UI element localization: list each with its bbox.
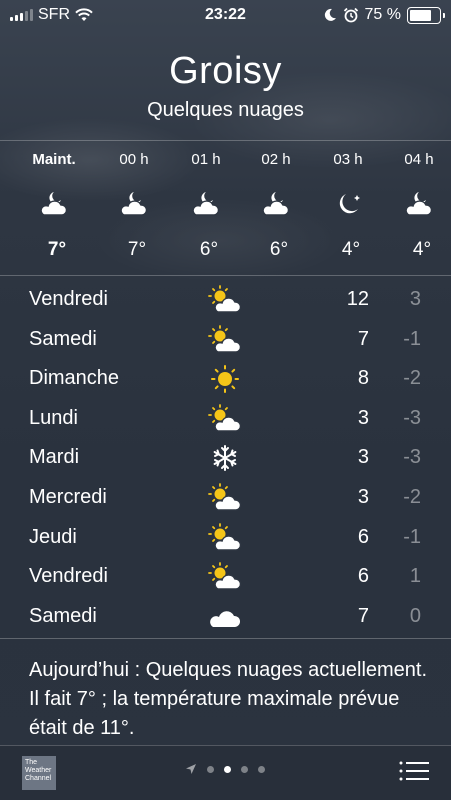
partly-cloudy-night-icon: [192, 192, 220, 216]
status-right: 75 %: [323, 6, 445, 24]
day-high: 6: [357, 565, 369, 588]
bottom-toolbar: The Weather Channel: [0, 745, 451, 800]
day-high: 8: [357, 367, 369, 390]
hour-temp: 4°: [341, 239, 361, 260]
day-low: -3: [403, 446, 421, 469]
hour-temp: 4°: [412, 239, 432, 260]
day-low: -1: [403, 327, 421, 350]
clear-night-icon: [339, 194, 360, 214]
day-high: 3: [357, 406, 369, 429]
hour-item: 04 h 4°: [383, 141, 451, 277]
day-low: 3: [409, 288, 421, 310]
divider: [0, 638, 451, 639]
day-name: Vendredi: [29, 565, 108, 588]
day-row: Dimanche 8 -2: [0, 359, 451, 399]
day-name: Samedi: [29, 327, 97, 350]
hour-temp: 7°: [47, 239, 67, 260]
hour-item: 00 h 7°: [98, 141, 170, 277]
partly-sunny-icon: [208, 562, 242, 590]
partly-sunny-icon: [208, 403, 242, 432]
battery-percent: 75 %: [364, 6, 401, 23]
day-high: 6: [357, 525, 369, 548]
do-not-disturb-moon-icon: [324, 8, 336, 21]
partly-sunny-icon: [208, 483, 242, 511]
hour-item: 03 h 4°: [312, 141, 384, 277]
day-row: Mardi 3 -3: [0, 438, 451, 478]
partly-sunny-icon: [208, 324, 242, 353]
day-high: 3: [357, 446, 369, 469]
day-low: 0: [409, 604, 421, 627]
hour-temp: 6°: [199, 239, 219, 260]
hour-label: 01 h: [191, 151, 221, 168]
hour-label: 03 h: [333, 151, 363, 168]
battery-fill: [410, 9, 431, 21]
hour-item: 02 h 6°: [240, 141, 312, 277]
partly-sunny-icon: [208, 522, 242, 551]
partly-cloudy-night-icon: [120, 192, 148, 216]
day-high: 7: [357, 327, 369, 350]
hour-label: 04 h: [404, 151, 434, 168]
hour-label: 02 h: [261, 151, 291, 168]
day-name: Dimanche: [29, 367, 120, 390]
sunny-icon: [211, 365, 239, 394]
day-high: 12: [346, 288, 369, 310]
hour-temp: 6°: [269, 239, 289, 260]
location-arrow-icon: [186, 764, 196, 774]
cloudy-icon: [210, 610, 241, 627]
day-low: 1: [409, 565, 421, 588]
snowflake-icon: [213, 445, 237, 472]
hour-item: 01 h 6°: [170, 141, 242, 277]
status-bar: SFR 23:22 75 %: [0, 0, 451, 30]
day-row: Vendredi 6 1: [0, 557, 451, 597]
day-low: -1: [403, 525, 421, 548]
weather-channel-logo[interactable]: The Weather Channel: [22, 756, 56, 790]
hour-item: Maint. 7°: [18, 141, 90, 277]
day-name: Lundi: [29, 406, 78, 429]
battery-icon: [407, 6, 445, 24]
day-name: Samedi: [29, 604, 97, 627]
hour-temp: 7°: [127, 239, 147, 260]
today-summary: Aujourd’hui : Quelques nuages actuelleme…: [29, 659, 428, 736]
day-high: 7: [357, 604, 369, 627]
page-dot: [241, 765, 248, 773]
day-low: -2: [403, 485, 421, 508]
partly-cloudy-night-icon: [262, 192, 290, 216]
day-high: 3: [357, 485, 369, 508]
page-dot-current: [224, 765, 231, 773]
partly-cloudy-night-icon: [40, 192, 68, 216]
day-row: Lundi 3 -3: [0, 399, 451, 439]
daily-forecast[interactable]: Vendredi 12 3 Samedi 7 -1 Dimanche 8 -2 …: [0, 280, 451, 636]
day-name: Jeudi: [29, 525, 77, 548]
day-low: -3: [403, 406, 421, 429]
day-row: Samedi 7 0: [0, 597, 451, 637]
page-dot: [207, 765, 214, 773]
alarm-clock-icon: [343, 7, 358, 23]
hourly-forecast[interactable]: Maint. 7° 00 h 7° 01 h 6° 02 h 6° 03 h 4…: [0, 140, 451, 276]
page-indicator[interactable]: [185, 763, 265, 775]
hour-label: Maint.: [32, 151, 76, 168]
day-row: Jeudi 6 -1: [0, 518, 451, 558]
current-condition: Quelques nuages: [147, 99, 304, 121]
day-row: Vendredi 12 3: [0, 280, 451, 320]
day-row: Mercredi 3 -2: [0, 478, 451, 518]
page-dot: [258, 765, 265, 773]
partly-cloudy-night-icon: [405, 192, 433, 216]
partly-sunny-icon: [208, 285, 242, 313]
city-name: Groisy: [169, 50, 282, 92]
day-name: Mercredi: [29, 485, 107, 508]
day-name: Vendredi: [29, 288, 108, 310]
day-row: Samedi 7 -1: [0, 320, 451, 360]
day-name: Mardi: [29, 446, 80, 469]
hour-label: 00 h: [119, 151, 149, 168]
city-list-icon[interactable]: [399, 760, 429, 782]
day-low: -2: [403, 367, 421, 390]
